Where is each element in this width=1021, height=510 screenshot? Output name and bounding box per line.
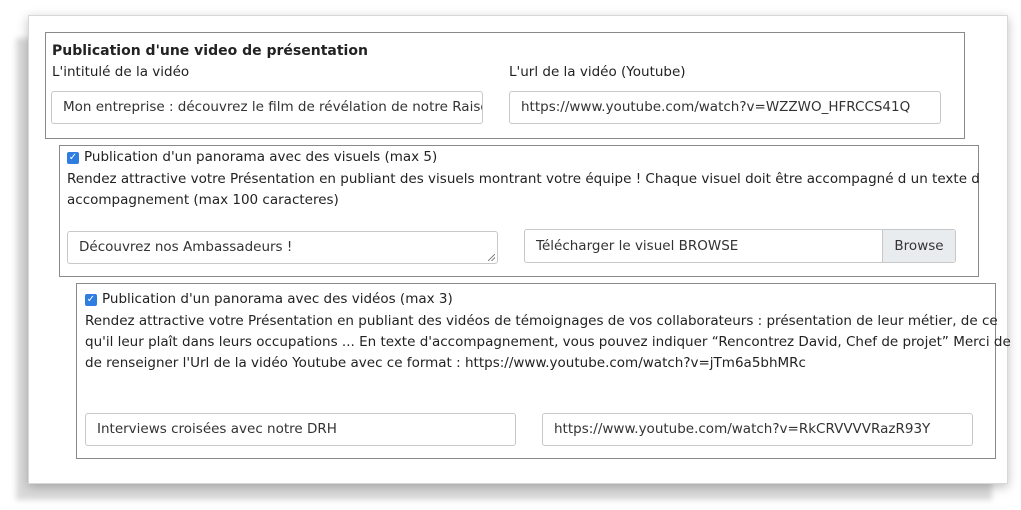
visual-upload-label[interactable]: Télécharger le visuel BROWSE bbox=[525, 230, 749, 262]
visuals-caption-textarea[interactable]: Découvrez nos Ambassadeurs ! bbox=[67, 231, 498, 264]
video-section-title: Publication d'une video de présentation bbox=[52, 43, 368, 59]
browse-button[interactable]: Browse bbox=[882, 230, 955, 262]
videos-description-line-3: de renseigner l'Url de la vidéo Youtube … bbox=[85, 355, 806, 371]
visuals-description-line-2: accompagnement (max 100 caracteres) bbox=[67, 192, 339, 208]
videos-description-line-2: qu'il leur plaît dans leurs occupations … bbox=[85, 334, 1011, 350]
resize-grip-icon[interactable] bbox=[488, 254, 495, 261]
visuals-description-line-1: Rendez attractive votre Présentation en … bbox=[67, 171, 980, 187]
videos-description-line-1: Rendez attractive votre Présentation en … bbox=[85, 313, 998, 329]
videos-checkbox[interactable]: ✓ bbox=[85, 294, 97, 306]
videos-checkbox-label: Publication d'un panorama avec des vidéo… bbox=[102, 291, 453, 307]
visuals-caption-text: Découvrez nos Ambassadeurs ! bbox=[79, 239, 293, 255]
visuals-checkbox-label: Publication d'un panorama avec des visue… bbox=[84, 149, 438, 165]
videos-caption-input[interactable]: Interviews croisées avec notre DRH bbox=[85, 413, 516, 446]
videos-url-input[interactable]: https://www.youtube.com/watch?v=RkCRVVVV… bbox=[542, 413, 973, 446]
video-url-label: L'url de la vidéo (Youtube) bbox=[509, 64, 686, 80]
video-title-input[interactable]: Mon entreprise : découvrez le film de ré… bbox=[51, 91, 483, 124]
video-url-input[interactable]: https://www.youtube.com/watch?v=WZZWO_HF… bbox=[509, 91, 941, 124]
visuals-checkbox[interactable]: ✓ bbox=[67, 152, 79, 164]
visual-upload-group[interactable]: Télécharger le visuel BROWSE Browse bbox=[524, 229, 956, 263]
video-title-label: L'intitulé de la vidéo bbox=[52, 64, 190, 80]
